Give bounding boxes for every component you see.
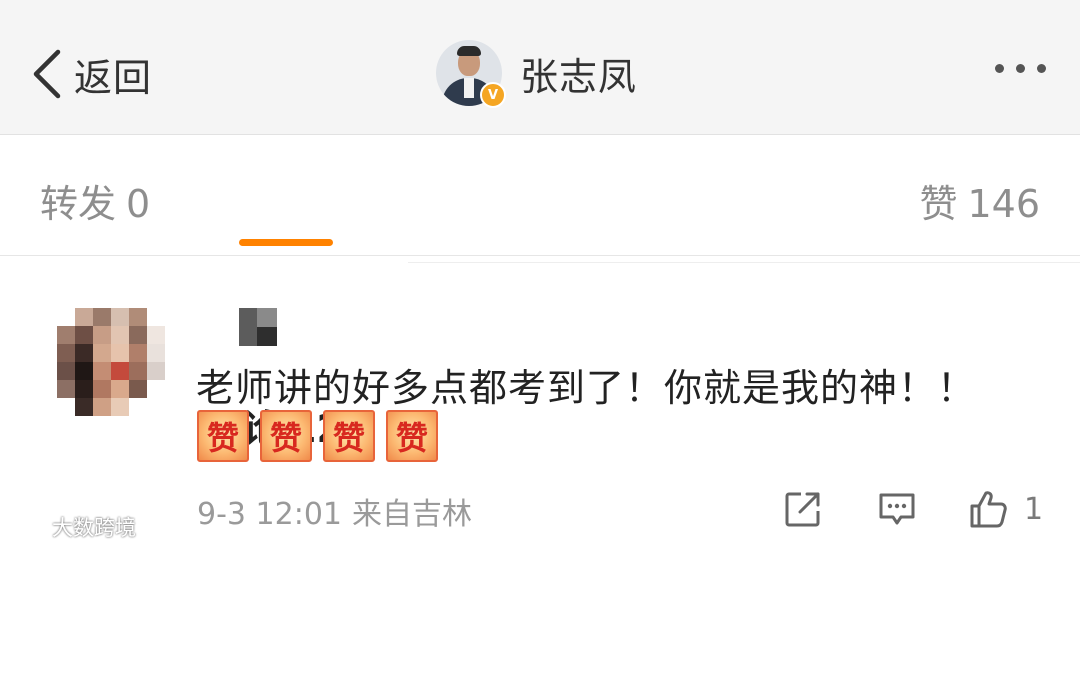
comment-text: 老师讲的好多点都考到了！你就是我的神！！ (196, 366, 977, 410)
comment-icon (879, 493, 915, 525)
like-sticker: 赞 (197, 410, 249, 462)
reply-button[interactable] (877, 489, 917, 529)
comment-time: 9-3 12:01 (197, 497, 342, 532)
comment-item: 老师讲的好多点都考到了！你就是我的神！！ 赞 赞 赞 赞 9-3 12:01 来自… (0, 263, 1080, 546)
active-tab-indicator (239, 239, 333, 246)
tab-like[interactable]: 赞 146 (919, 173, 1040, 228)
share-button[interactable] (783, 489, 823, 529)
comment-meta: 9-3 12:01 来自吉林 (197, 489, 472, 533)
chevron-left-icon (33, 49, 61, 99)
like-count: 1 (1024, 491, 1044, 527)
watermark-text: 大数跨境 (52, 516, 136, 540)
author-header[interactable]: V 张志凤 (436, 40, 637, 108)
tab-like-count: 146 (967, 182, 1040, 226)
sticker-row: 赞 赞 赞 赞 (197, 410, 438, 462)
commenter-name[interactable] (239, 308, 277, 346)
thumbs-up-icon (970, 491, 1007, 528)
like-sticker: 赞 (260, 410, 312, 462)
back-button[interactable]: 返回 (30, 44, 152, 104)
like-sticker: 赞 (323, 410, 375, 462)
author-avatar[interactable]: V (436, 40, 506, 108)
tab-repost-count: 0 (126, 182, 151, 226)
more-dots-icon (995, 64, 1004, 73)
verified-badge-icon: V (480, 82, 506, 108)
commenter-avatar[interactable] (57, 308, 165, 416)
more-button[interactable] (995, 64, 1046, 73)
comment-source: 来自吉林 (352, 497, 472, 532)
tab-repost-label: 转发 (40, 182, 117, 226)
tab-like-label: 赞 (919, 182, 958, 226)
like-sticker: 赞 (386, 410, 438, 462)
nav-bar: 返回 V 张志凤 (0, 0, 1080, 135)
tab-repost[interactable]: 转发 0 (40, 173, 150, 228)
like-button[interactable]: 1 (968, 489, 1043, 529)
share-icon (785, 492, 820, 527)
author-name[interactable]: 张志凤 (520, 46, 637, 101)
tab-bar: 转发0 评论126 赞146 (0, 135, 1080, 451)
watermark: 大数跨境 (8, 512, 136, 542)
back-label: 返回 (74, 55, 153, 100)
watermark-logo-icon (9, 520, 47, 534)
